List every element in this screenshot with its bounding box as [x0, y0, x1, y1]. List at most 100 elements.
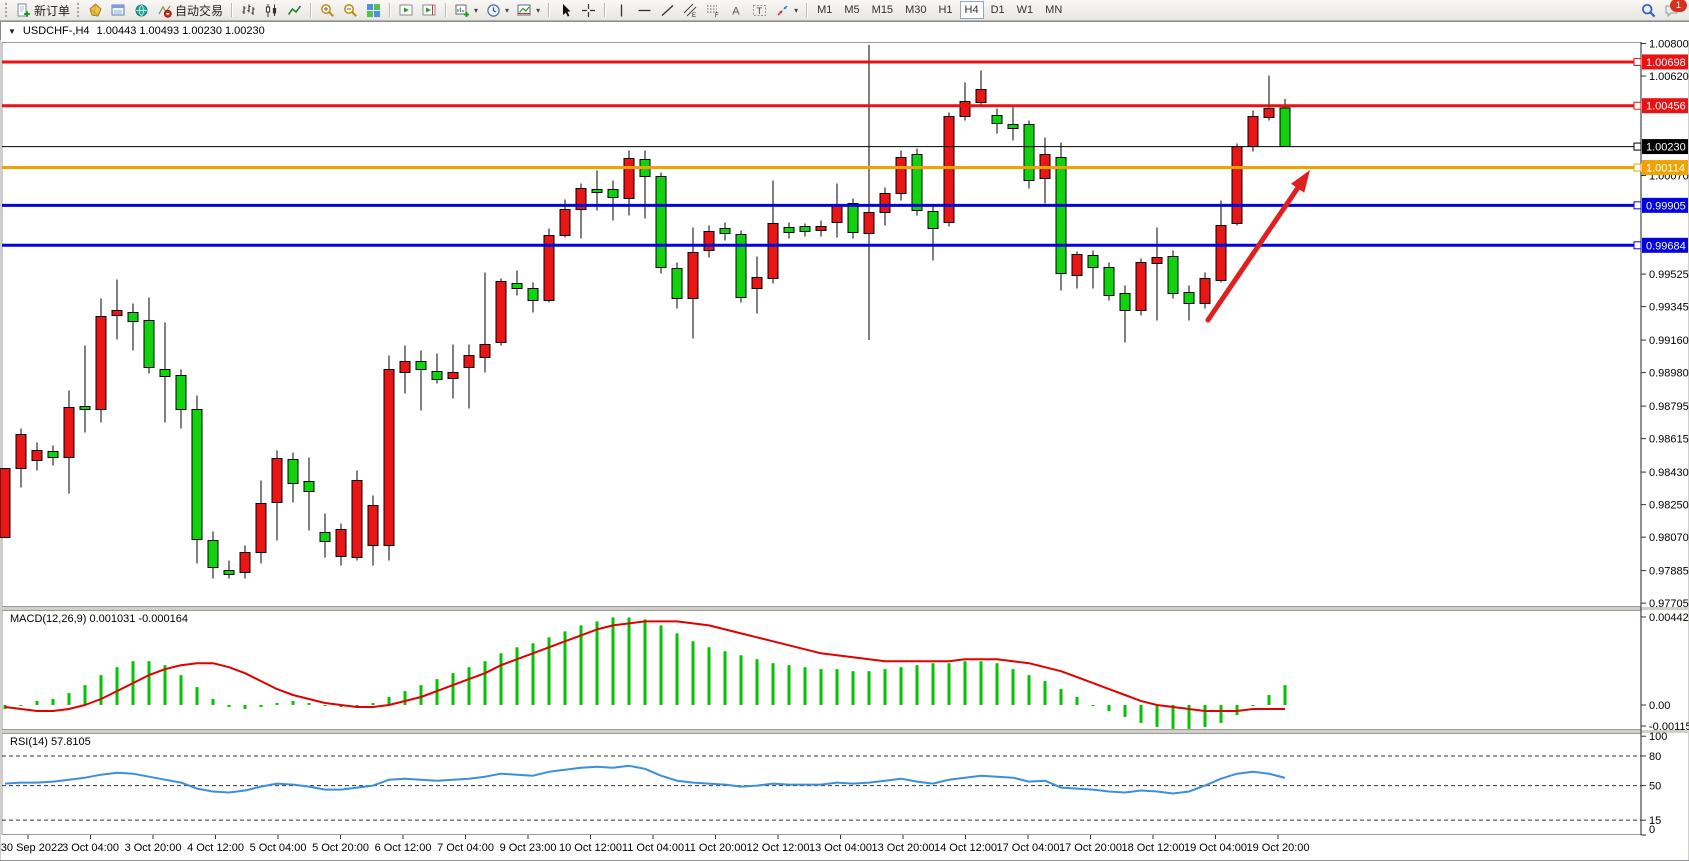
trendline-tool-button[interactable]	[656, 1, 679, 19]
candle-down	[592, 189, 602, 192]
timeframe-m15[interactable]: M15	[867, 1, 898, 19]
timeframe-mn[interactable]: MN	[1040, 1, 1067, 19]
time-label: 18 Oct 12:00	[1122, 842, 1185, 854]
crosshair-tool-button[interactable]	[577, 1, 600, 19]
toolbar-grip[interactable]	[77, 3, 81, 17]
text-icon: A	[729, 3, 744, 18]
market-watch-button[interactable]	[107, 1, 130, 19]
chart-canvas[interactable]: 1.008001.006201.000700.995250.993450.991…	[0, 40, 1689, 860]
candle-down	[1280, 108, 1290, 147]
price-tick-label: 0.99160	[1649, 335, 1689, 347]
cursor-tool-button[interactable]	[554, 1, 577, 19]
new-order-button[interactable]: 新订单	[12, 1, 74, 19]
fibonacci-tool-button[interactable]: F	[702, 1, 725, 19]
price-tick-label: 0.97705	[1649, 598, 1689, 610]
price-tick-label: 0.99525	[1649, 269, 1689, 281]
timeframe-d1[interactable]: D1	[986, 1, 1010, 19]
zoom-out-icon	[343, 3, 358, 18]
tile-windows-button[interactable]	[362, 1, 385, 19]
candle-down	[992, 115, 1002, 123]
arrows-tool-button[interactable]: ▾	[771, 1, 802, 19]
level-anchor-marker[interactable]	[1634, 102, 1641, 109]
indicators-button[interactable]: ▾	[513, 1, 544, 19]
quotes-button[interactable]	[84, 1, 107, 19]
candle-up	[272, 459, 282, 503]
time-label: 5 Oct 20:00	[312, 842, 369, 854]
macd-histogram-bar	[1268, 695, 1271, 705]
timeframe-m1[interactable]: M1	[812, 1, 837, 19]
timeframe-w1[interactable]: W1	[1012, 1, 1039, 19]
price-tick-label: 0.98980	[1649, 368, 1689, 380]
cursor-icon	[558, 3, 573, 18]
horizontal-line-tool-button[interactable]	[633, 1, 656, 19]
line-chart-button[interactable]	[283, 1, 306, 19]
collapse-icon[interactable]: ▼	[8, 27, 16, 36]
chat-button[interactable]: 1	[1664, 3, 1679, 18]
level-anchor-marker[interactable]	[1634, 58, 1641, 65]
timeframe-m5[interactable]: M5	[839, 1, 864, 19]
macd-histogram-bar	[516, 647, 519, 705]
macd-histogram-bar	[116, 667, 119, 705]
chart-shift-button[interactable]	[418, 1, 441, 19]
bar-chart-icon	[241, 3, 256, 18]
level-anchor-marker[interactable]	[1634, 143, 1641, 150]
text-label-tool-button[interactable]: T	[748, 1, 771, 19]
timeframe-h1[interactable]: H1	[933, 1, 957, 19]
macd-histogram-bar	[676, 633, 679, 705]
vertical-line-tool-button[interactable]	[610, 1, 633, 19]
zoom-out-button[interactable]	[339, 1, 362, 19]
macd-histogram-bar	[740, 655, 743, 705]
macd-histogram-bar	[308, 703, 311, 705]
level-anchor-marker[interactable]	[1634, 242, 1641, 249]
navigator-button[interactable]	[130, 1, 153, 19]
timeframe-m30[interactable]: M30	[900, 1, 931, 19]
zoom-in-icon	[320, 3, 335, 18]
macd-histogram-bar	[1140, 705, 1143, 723]
toolbar-grip[interactable]	[5, 3, 9, 17]
equidistant-channel-icon: E	[683, 3, 698, 18]
level-anchor-marker[interactable]	[1634, 202, 1641, 209]
candle-up	[704, 232, 714, 251]
bar-chart-button[interactable]	[237, 1, 260, 19]
macd-histogram-bar	[708, 647, 711, 705]
macd-histogram-bar	[628, 617, 631, 705]
macd-histogram-bar	[724, 651, 727, 705]
zoom-in-button[interactable]	[316, 1, 339, 19]
price-tag-label: 1.00698	[1646, 57, 1686, 69]
time-label: 9 Oct 23:00	[500, 842, 557, 854]
candlestick-chart-button[interactable]	[260, 1, 283, 19]
auto-trading-button[interactable]: 自动交易	[153, 1, 227, 19]
macd-histogram-bar	[884, 669, 887, 705]
price-tag-label: 1.00230	[1646, 142, 1686, 154]
chart-symbol-period: USDCHF-,H4	[23, 25, 90, 37]
candle-down	[432, 372, 442, 380]
macd-histogram-bar	[980, 661, 983, 705]
macd-histogram-bar	[1252, 705, 1255, 706]
profiles-button[interactable]: ▾	[482, 1, 513, 19]
price-tick-label: 0.98615	[1649, 434, 1689, 446]
macd-histogram-bar	[84, 685, 87, 705]
macd-histogram-bar	[1028, 675, 1031, 705]
candlestick-chart-icon	[264, 3, 279, 18]
level-anchor-marker[interactable]	[1634, 164, 1641, 171]
market-watch-icon	[111, 3, 126, 18]
toolbar-separator	[310, 3, 312, 17]
text-tool-button[interactable]: A	[725, 1, 748, 19]
candle-up	[880, 193, 890, 212]
auto-scroll-button[interactable]	[395, 1, 418, 19]
search-icon[interactable]	[1641, 3, 1656, 18]
candle-down	[800, 226, 810, 231]
new-order-icon	[16, 3, 31, 18]
macd-histogram-bar	[660, 625, 663, 705]
timeframe-h4[interactable]: H4	[960, 1, 984, 19]
candle-up	[1248, 117, 1258, 147]
time-label: 11 Oct 20:00	[684, 842, 746, 854]
candle-up	[32, 451, 42, 461]
price-tag-label: 1.00456	[1646, 101, 1686, 113]
equidistant-channel-tool-button[interactable]: E	[679, 1, 702, 19]
macd-histogram-bar	[468, 667, 471, 705]
candle-down	[528, 289, 538, 301]
macd-histogram-bar	[1204, 705, 1207, 727]
new-chart-button[interactable]: ▾	[451, 1, 482, 19]
candle-down	[144, 321, 154, 368]
